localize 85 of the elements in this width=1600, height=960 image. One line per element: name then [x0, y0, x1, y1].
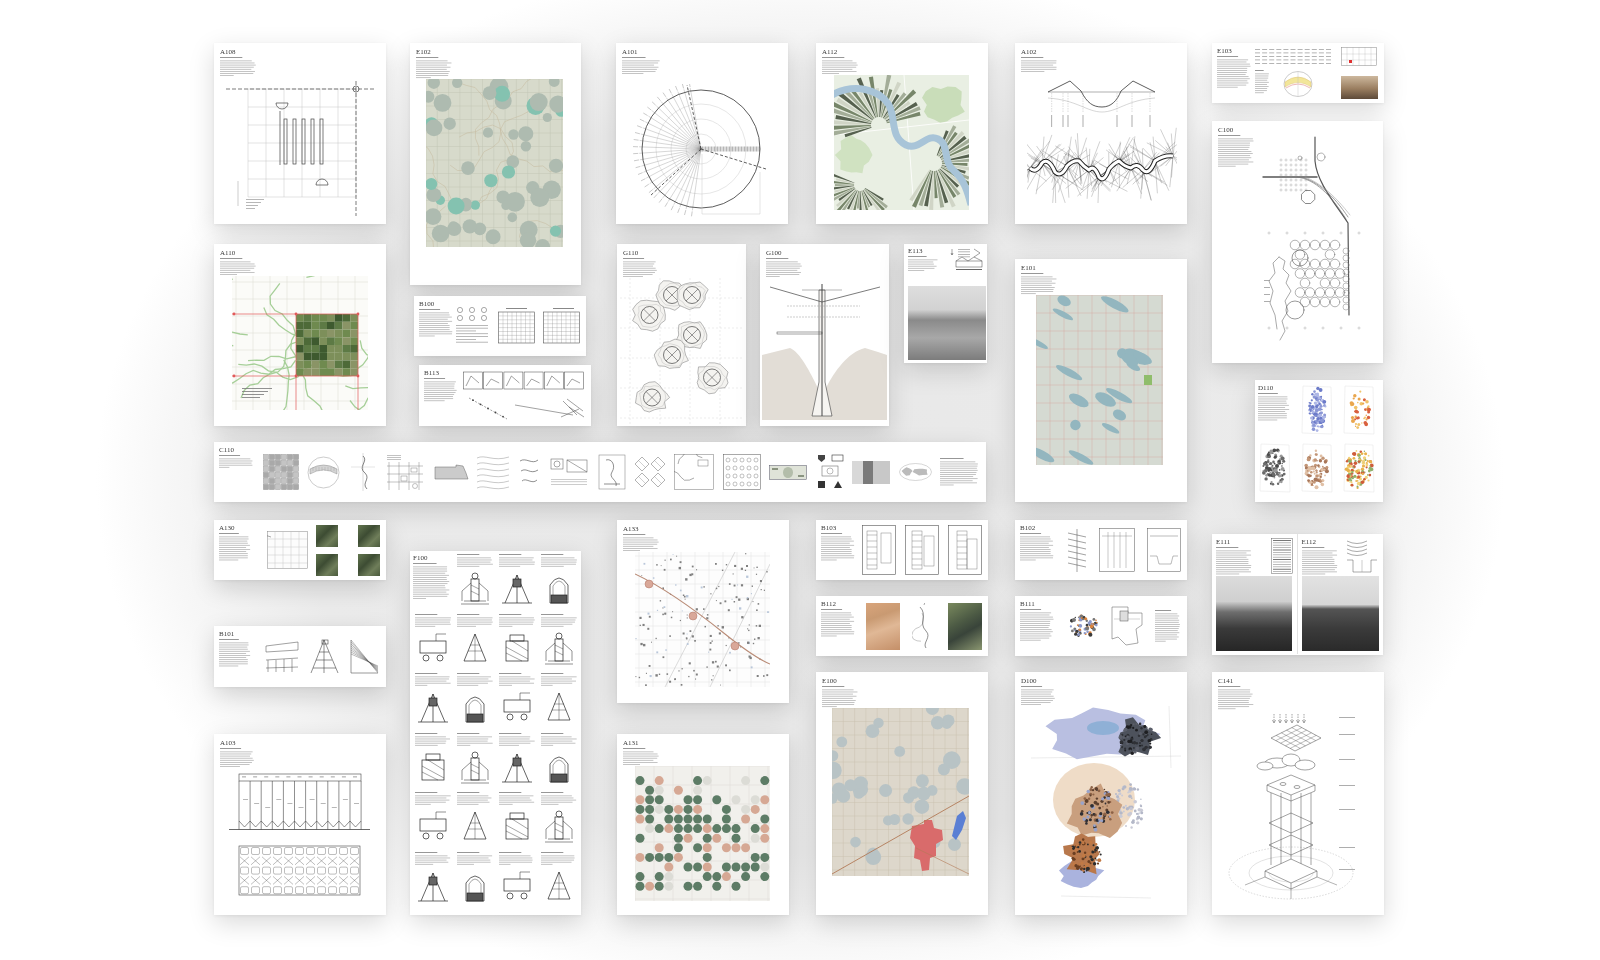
- floor-plan-drawing: [905, 525, 939, 575]
- text-lines-drawing: [498, 851, 535, 866]
- text-lines-drawing: [1255, 70, 1269, 95]
- sketch-drawing: [349, 638, 380, 675]
- section-drawing: [1147, 528, 1181, 572]
- floor-plan-drawing: [862, 525, 896, 575]
- section-sketch-drawing: [1067, 528, 1087, 572]
- sketch-drawing: [308, 638, 341, 675]
- text-lines-drawing: [220, 748, 254, 769]
- illustration-drawing: [597, 454, 626, 490]
- symbol-chart-drawing: [455, 306, 490, 346]
- text-lines-drawing: [1020, 609, 1054, 642]
- grid-diagram-drawing: [722, 454, 761, 490]
- density-map-drawing: [1300, 384, 1334, 436]
- state-map-drawing: [433, 464, 469, 480]
- text-lines-drawing: [220, 57, 256, 78]
- data-table-drawing: [1270, 538, 1293, 574]
- diagram-drawing: [385, 454, 426, 490]
- text-lines-drawing: [456, 554, 493, 568]
- density-map-drawing: [1300, 442, 1334, 494]
- emblems-drawing: [815, 454, 844, 490]
- text-lines-drawing: [414, 851, 451, 866]
- aerial-photo-placeholder: [358, 524, 380, 547]
- text-lines-drawing: [766, 258, 802, 279]
- text-lines-drawing: [498, 673, 535, 687]
- text-lines-drawing: [908, 256, 938, 273]
- photo-placeholder: [852, 460, 891, 484]
- text-lines-drawing: [424, 378, 458, 403]
- density-map-drawing: [1342, 384, 1376, 436]
- diamond-pattern-drawing: [633, 456, 666, 488]
- text-lines-drawing: [1218, 686, 1254, 711]
- text-lines-drawing: [1218, 135, 1254, 168]
- text-lines-drawing: [456, 613, 493, 628]
- section-diagram-drawing: [1345, 538, 1379, 574]
- photo-placeholder: [1341, 76, 1378, 99]
- sketch-drawing: [264, 638, 300, 675]
- aerial-photo-placeholder: [316, 524, 338, 547]
- text-lines-drawing: [456, 851, 493, 866]
- sun-path-drawing: [1283, 70, 1313, 98]
- text-lines-drawing: [1021, 686, 1055, 707]
- circle-diagram-drawing: [307, 455, 341, 489]
- text-lines-drawing: [540, 732, 577, 747]
- world-map-drawing: [898, 463, 932, 481]
- aerial-photo-placeholder: [358, 553, 380, 576]
- text-lines-drawing: [1021, 57, 1057, 74]
- text-lines-drawing: [540, 554, 577, 568]
- text-lines-drawing: [456, 732, 493, 747]
- tile-grid-drawing: [263, 454, 299, 490]
- diagram-drawing: [950, 247, 984, 273]
- density-map-drawing: [1342, 442, 1376, 494]
- density-map-drawing: [1258, 442, 1292, 494]
- map-drawing: [267, 531, 308, 569]
- table-drawing: [543, 308, 580, 344]
- aerial-photo-placeholder: [316, 553, 338, 576]
- contour-drawing: [477, 454, 510, 490]
- table-drawing: [498, 308, 535, 344]
- text-lines-drawing: [822, 686, 858, 709]
- cluster-diagram-drawing: [1069, 613, 1100, 639]
- map-drawing: [674, 454, 715, 490]
- text-lines-drawing: [498, 554, 535, 568]
- section-drawing: [1099, 528, 1135, 572]
- text-lines-drawing: [1217, 56, 1251, 89]
- floor-plan-drawing: [948, 525, 982, 575]
- text-lines-drawing: [456, 792, 493, 806]
- text-lines-drawing: [413, 563, 451, 601]
- aerial-photo-placeholder: [948, 602, 982, 650]
- text-lines-drawing: [822, 57, 858, 76]
- text-lines-drawing: [623, 748, 659, 767]
- map-placeholder: [866, 602, 900, 650]
- text-lines-drawing: [498, 613, 535, 628]
- text-lines-drawing: [623, 534, 659, 553]
- text-lines-drawing: [416, 57, 452, 80]
- grid-map-drawing: [1341, 47, 1377, 66]
- text-lines-drawing: [220, 258, 256, 277]
- text-lines-drawing: [622, 57, 660, 76]
- text-lines-drawing: [498, 792, 535, 806]
- text-lines-drawing: [219, 455, 253, 469]
- text-lines-drawing: [623, 258, 657, 279]
- text-lines-drawing: [1155, 609, 1181, 643]
- text-lines-drawing: [414, 613, 451, 628]
- frame-drawing: [549, 457, 590, 487]
- text-lines-drawing: [1021, 273, 1057, 296]
- banknote-drawing: [769, 464, 808, 480]
- text-lines-drawing: [414, 673, 451, 687]
- line-sketch-drawing: [348, 453, 377, 491]
